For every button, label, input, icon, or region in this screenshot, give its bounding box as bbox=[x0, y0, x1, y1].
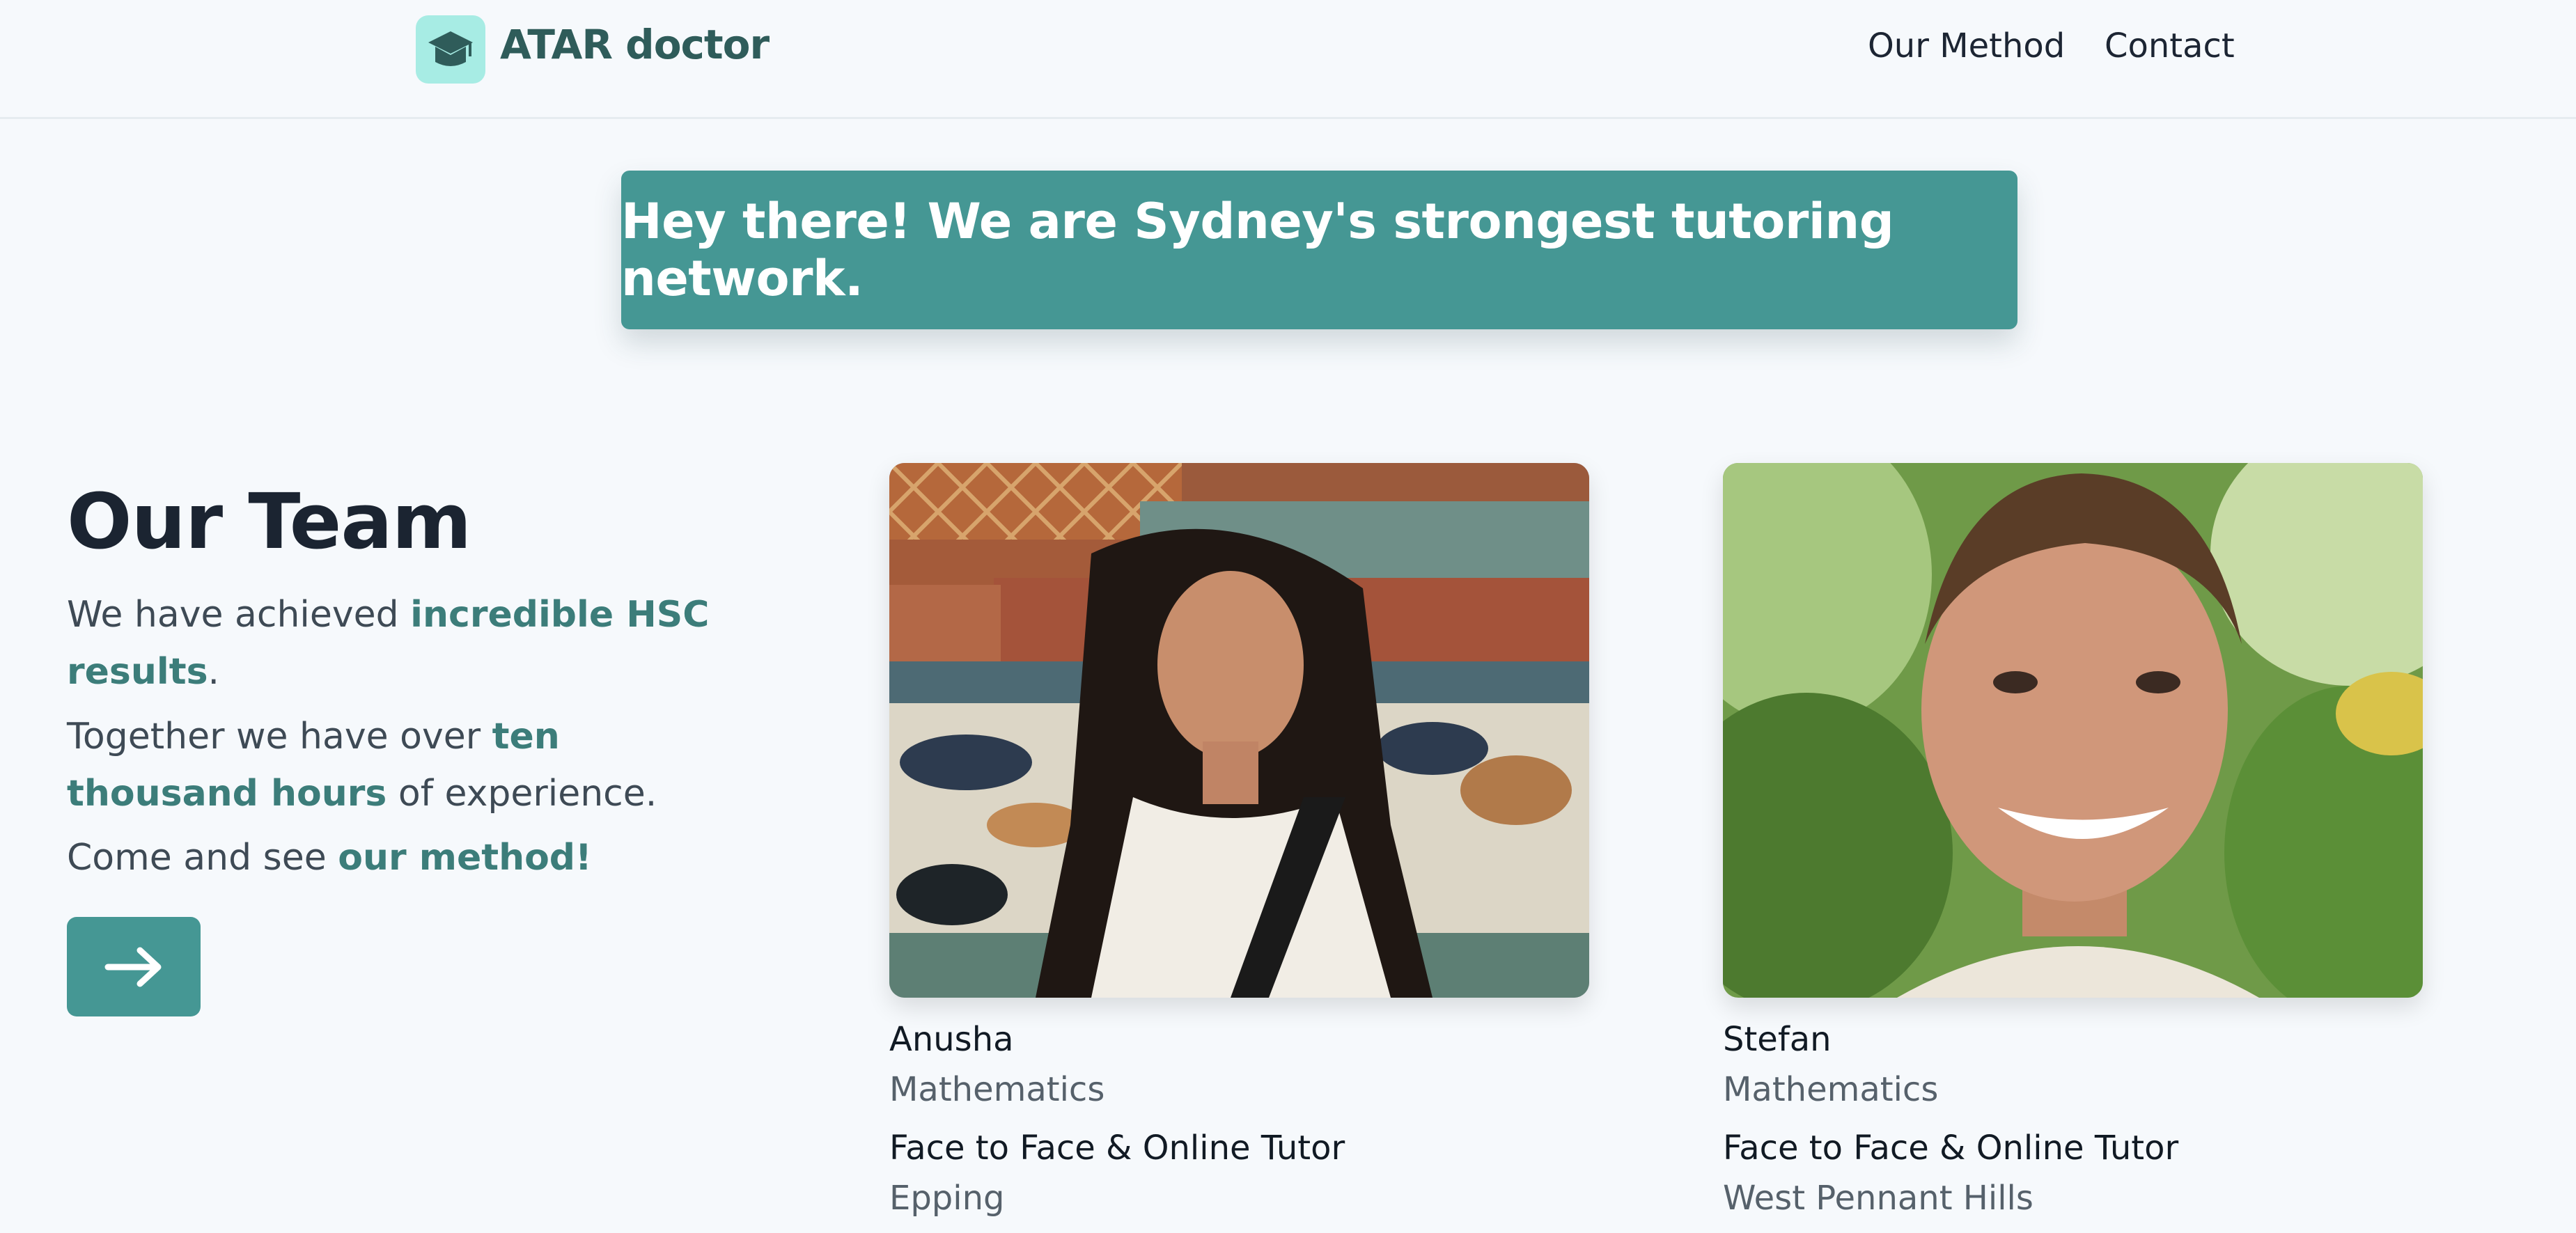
brand-name[interactable]: ATAR doctor bbox=[500, 21, 770, 68]
nav-link-contact[interactable]: Contact bbox=[2105, 26, 2235, 65]
tutor-subject: Mathematics bbox=[1723, 1070, 1939, 1109]
tutor-name: Stefan bbox=[1723, 1020, 1832, 1059]
graduation-cap-icon bbox=[428, 31, 473, 66]
tutor-photo-image bbox=[1723, 463, 2423, 998]
tutor-mode: Face to Face & Online Tutor bbox=[1723, 1129, 2179, 1168]
intro-text: of experience. bbox=[387, 773, 657, 815]
tutor-subject: Mathematics bbox=[889, 1070, 1105, 1109]
intro-paragraph-experience: Together we have over ten thousand hours… bbox=[67, 708, 735, 822]
top-navbar: ATAR doctor Our Method Contact bbox=[0, 0, 2576, 119]
team-heading: Our Team bbox=[67, 477, 471, 566]
tutor-photo-stefan bbox=[1723, 463, 2423, 998]
arrow-right-icon bbox=[104, 947, 162, 987]
intro-text: . bbox=[208, 651, 220, 693]
continue-button[interactable] bbox=[67, 917, 201, 1016]
intro-paragraph-results: We have achieved incredible HSC results. bbox=[67, 586, 735, 700]
intro-text: Together we have over bbox=[67, 716, 492, 757]
hero-banner: Hey there! We are Sydney's strongest tut… bbox=[621, 171, 2017, 329]
tutor-mode: Face to Face & Online Tutor bbox=[889, 1129, 1345, 1168]
intro-text: We have achieved bbox=[67, 594, 411, 636]
tutor-location: Epping bbox=[889, 1179, 1005, 1218]
tutor-photo-image bbox=[889, 463, 1589, 998]
intro-text: Come and see bbox=[67, 837, 338, 879]
tutor-name: Anusha bbox=[889, 1020, 1014, 1059]
tutor-photo-anusha bbox=[889, 463, 1589, 998]
nav-link-our-method[interactable]: Our Method bbox=[1868, 26, 2065, 65]
tutor-location: West Pennant Hills bbox=[1723, 1179, 2034, 1218]
our-method-link[interactable]: our method! bbox=[338, 837, 591, 879]
intro-paragraph-method: Come and see our method! bbox=[67, 829, 735, 886]
logo[interactable] bbox=[416, 15, 485, 84]
